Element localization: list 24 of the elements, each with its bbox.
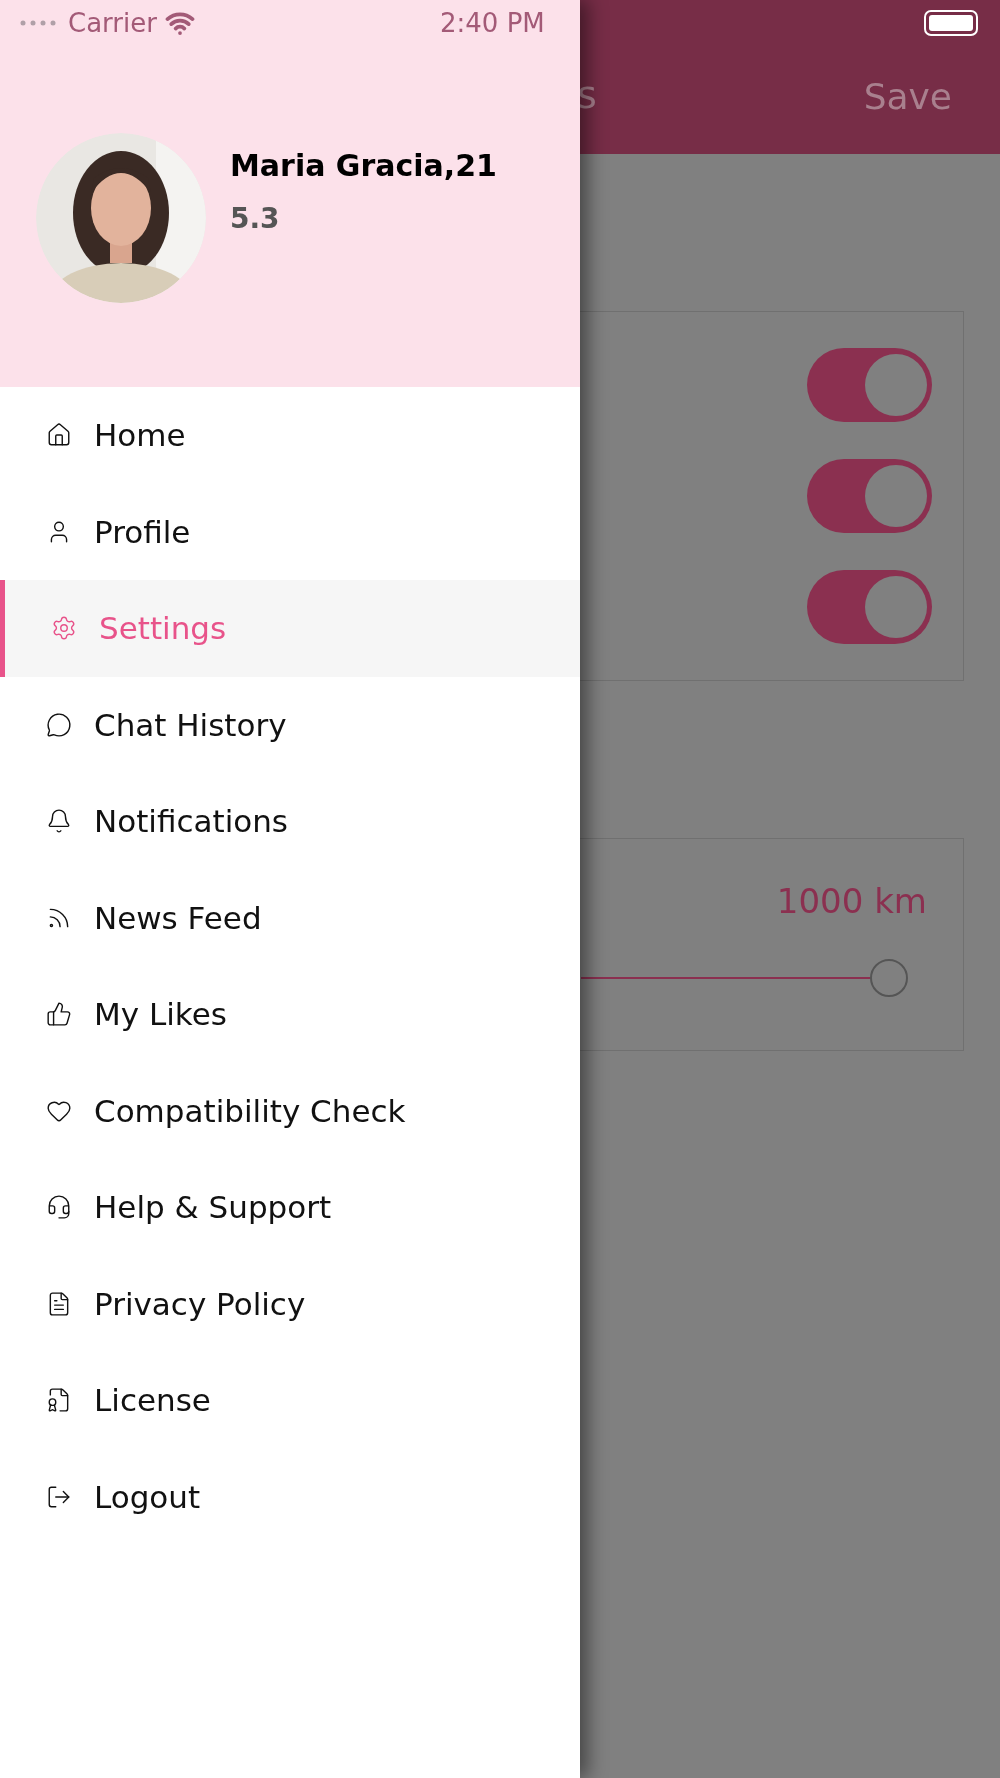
bell-icon — [46, 808, 72, 835]
menu-item[interactable]: License — [0, 1352, 580, 1449]
menu-item[interactable]: My Likes — [0, 966, 580, 1063]
distance-reading: 1000 km — [776, 880, 927, 923]
menu-item[interactable]: Compatibility Check — [0, 1062, 580, 1159]
menu-item[interactable]: Home — [0, 387, 580, 484]
settings-icon — [51, 615, 77, 642]
carrier-name: Carrier — [68, 6, 157, 40]
menu-item[interactable]: Notifications — [0, 773, 580, 870]
screen-title: s — [577, 72, 597, 119]
distance-slider[interactable] — [581, 959, 908, 997]
menu-item[interactable]: Profile — [0, 483, 580, 580]
profile-score: 5.3 — [230, 201, 281, 237]
chat-bubble-icon — [46, 711, 72, 738]
menu-item[interactable]: Privacy Policy — [0, 1255, 580, 1352]
menu-item[interactable]: News Feed — [0, 869, 580, 966]
status-time: 2:40 PM — [440, 6, 545, 40]
battery-icon — [924, 10, 978, 36]
menu-item[interactable]: Chat History — [0, 676, 580, 773]
headset-icon — [46, 1194, 72, 1221]
menu-item[interactable]: Logout — [0, 1448, 580, 1545]
menu-item[interactable]: Help & Support — [0, 1159, 580, 1256]
thumbs-up-icon — [46, 1001, 72, 1028]
profile-name: Maria Gracia,21 — [230, 147, 497, 185]
